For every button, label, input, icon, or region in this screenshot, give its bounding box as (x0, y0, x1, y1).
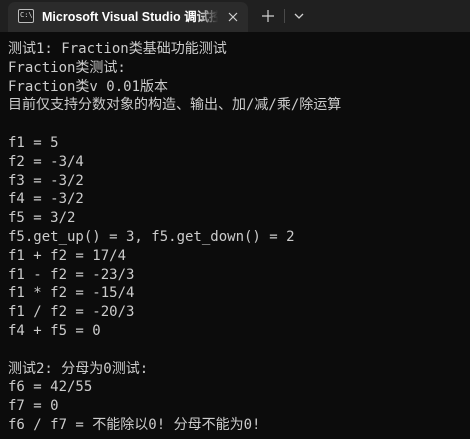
console-line: f6 / f7 = 不能除以0! 分母不能为0! (8, 416, 261, 433)
console-line: f5.get_up() = 3, f5.get_down() = 2 (8, 228, 295, 245)
console-app-icon-text: C:\ (20, 11, 33, 19)
console-line: f1 - f2 = -23/3 (8, 266, 135, 283)
console-line: f1 / f2 = -20/3 (8, 304, 135, 321)
console-line: f7 = 0 (8, 398, 59, 415)
console-line: 测试1: Fraction类基础功能测试 (8, 41, 227, 57)
console-line: f3 = -3/2 (8, 172, 84, 189)
console-line: 测试2: 分母为0测试: (8, 360, 149, 377)
console-line: f6 = 42/55 (8, 379, 93, 396)
console-line: f2 = -3/4 (8, 153, 84, 170)
chevron-down-icon[interactable] (292, 10, 306, 22)
console-line: f5 = 3/2 (8, 210, 76, 227)
tab-debug-console[interactable]: C:\ Microsoft Visual Studio 调试控制台 (8, 2, 248, 32)
console-line: Fraction类测试: (8, 59, 126, 76)
console-line: Fraction类v 0.01版本 (8, 78, 169, 95)
console-line: f4 + f5 = 0 (8, 322, 101, 339)
console-line: f1 = 5 (8, 134, 59, 151)
console-line: f1 * f2 = -15/4 (8, 285, 135, 302)
tab-title: Microsoft Visual Studio 调试控制台 (42, 10, 218, 24)
console-line: f1 + f2 = 17/4 (8, 247, 127, 264)
plus-icon[interactable] (260, 8, 276, 24)
console-output[interactable]: 测试1: Fraction类基础功能测试 Fraction类测试: Fracti… (0, 32, 470, 439)
console-line: f4 = -3/2 (8, 191, 84, 208)
console-app-icon: C:\ (18, 9, 34, 23)
tab-divider (284, 9, 285, 23)
close-icon[interactable] (226, 10, 240, 24)
console-line: 目前仅支持分数对象的构造、输出、加/减/乘/除运算 (8, 97, 342, 114)
console-lines: 测试1: Fraction类基础功能测试 Fraction类测试: Fracti… (8, 40, 341, 435)
title-bar: C:\ Microsoft Visual Studio 调试控制台 (0, 0, 470, 32)
terminal-window: C:\ Microsoft Visual Studio 调试控制台 测试1: F… (0, 0, 470, 439)
